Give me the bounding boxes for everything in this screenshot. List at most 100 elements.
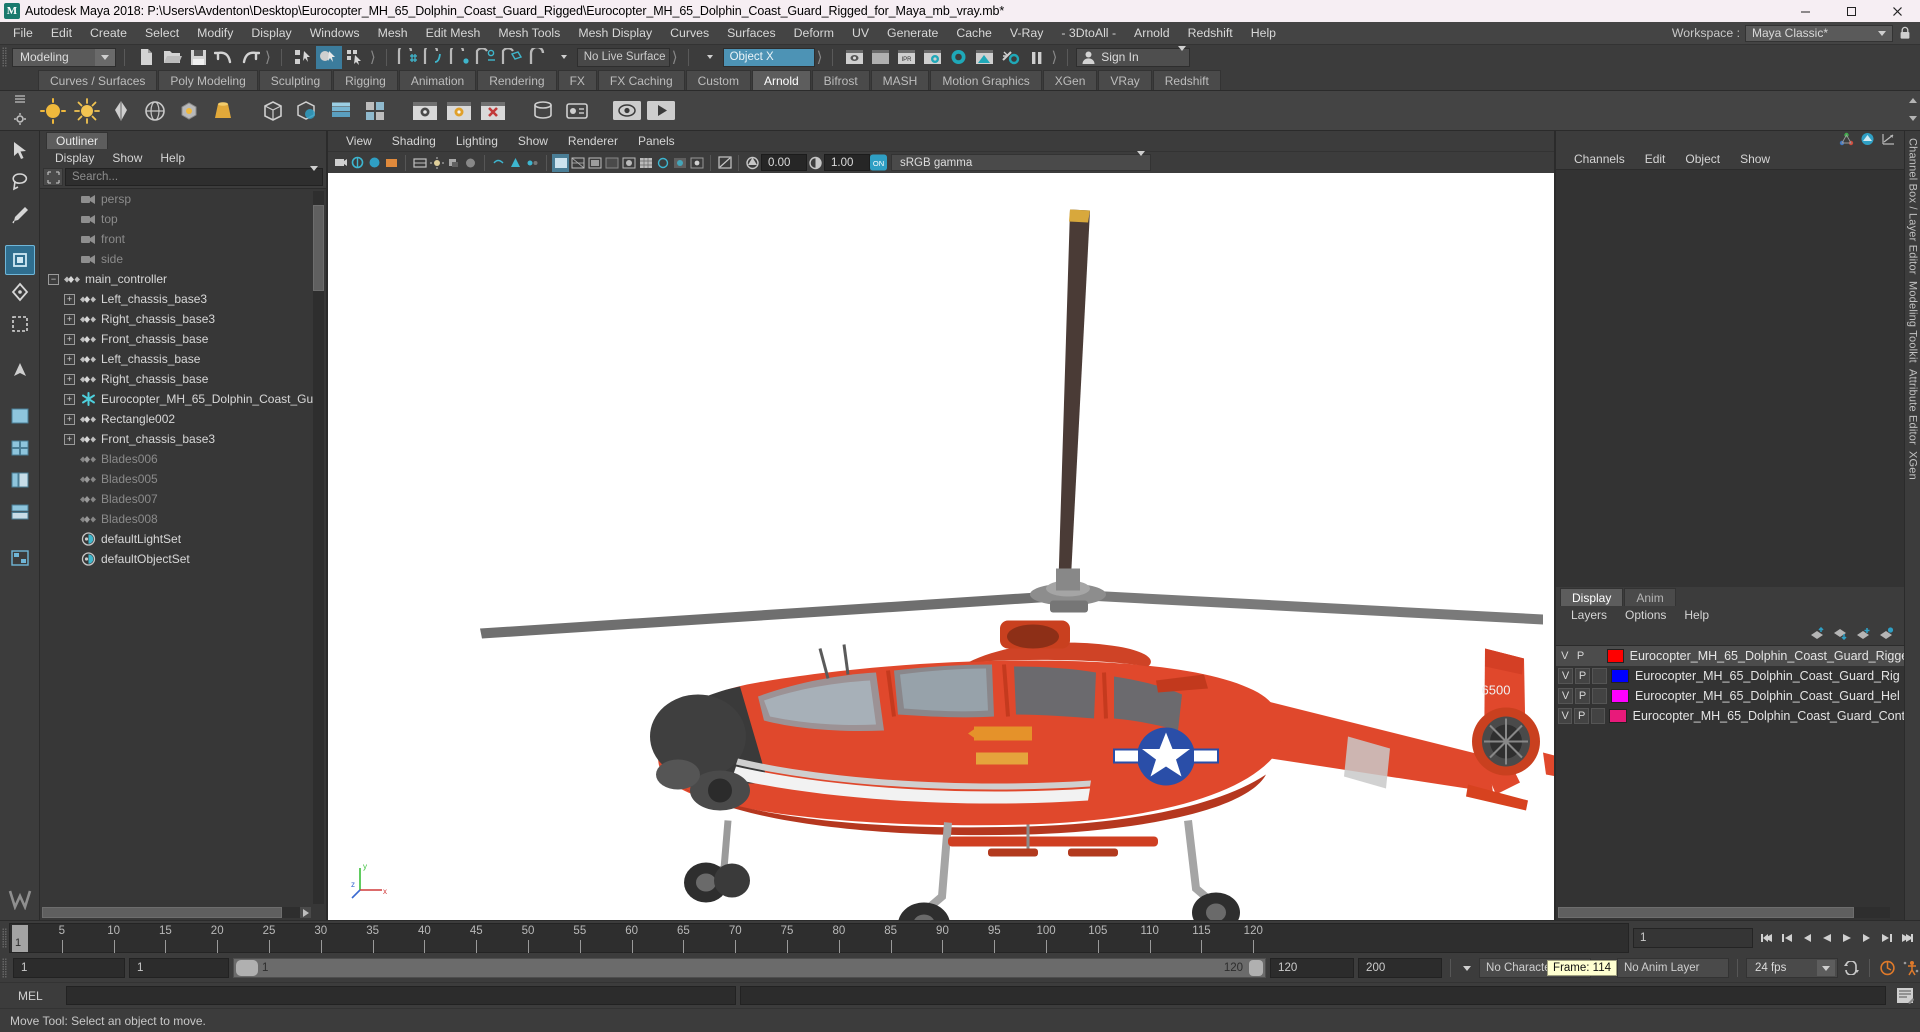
collapse-icon[interactable]: − — [48, 273, 59, 285]
exposure-reset-icon[interactable] — [716, 154, 733, 172]
script-editor-icon[interactable] — [1894, 986, 1916, 1006]
make-live-icon[interactable] — [525, 46, 551, 69]
lock-icon[interactable] — [1898, 25, 1912, 41]
outliner-tree[interactable]: persp top front side − main_controller + Left_c… — [40, 188, 326, 920]
layer-tab-display[interactable]: Display — [1560, 588, 1624, 606]
outliner-item-defaultobjectset[interactable]: defaultObjectSet — [40, 549, 326, 569]
shelf-scroll-up-icon[interactable] — [1908, 93, 1918, 107]
shelf-tab-curves-surfaces[interactable]: Curves / Surfaces — [38, 70, 158, 90]
outliner-horizontal-scrollbar-thumb[interactable] — [42, 907, 282, 918]
expand-icon[interactable]: + — [64, 353, 75, 365]
render-current-frame-icon[interactable] — [841, 46, 867, 69]
shelf-tab-menu-icon[interactable] — [14, 93, 26, 107]
outliner-item-rectangle002[interactable]: + Rectangle002 — [40, 409, 326, 429]
outliner-item-right-chassis-base[interactable]: + Right_chassis_base — [40, 369, 326, 389]
character-set-dropdown-icon[interactable] — [1459, 965, 1475, 971]
expand-icon[interactable]: + — [64, 313, 75, 325]
persp-outliner-layout-icon[interactable] — [5, 465, 35, 495]
move-tool-icon[interactable] — [4, 245, 35, 275]
channelbox-menu-show[interactable]: Show — [1730, 149, 1780, 169]
menu-create[interactable]: Create — [81, 22, 136, 44]
layer-playback-toggle[interactable]: P — [1575, 688, 1590, 704]
menu-mesh-tools[interactable]: Mesh Tools — [489, 22, 569, 44]
menu-edit[interactable]: Edit — [42, 22, 81, 44]
two-sided-lighting-icon[interactable] — [411, 154, 428, 172]
shadows-icon[interactable] — [445, 154, 462, 172]
menu-mesh-display[interactable]: Mesh Display — [569, 22, 661, 44]
flat-shade-icon[interactable] — [586, 154, 603, 172]
outliner-item-front-chassis-base[interactable]: + Front_chassis_base — [40, 329, 326, 349]
layer-menu-options[interactable]: Options — [1616, 606, 1675, 625]
command-input[interactable] — [66, 986, 736, 1005]
layer-visibility-toggle[interactable]: V — [1558, 668, 1573, 684]
shelf-tab-mash[interactable]: MASH — [870, 70, 930, 90]
vtab-channel-box-layer-editor[interactable]: Channel Box / Layer Editor — [1907, 135, 1919, 278]
menu-help[interactable]: Help — [1242, 22, 1285, 44]
ipr-render-icon[interactable]: IPR — [893, 46, 919, 69]
color-management-selector[interactable]: sRGB gamma — [891, 151, 1151, 171]
playback-end-field[interactable]: 120 — [1270, 958, 1355, 978]
shelf-tab-sculpting[interactable]: Sculpting — [258, 70, 333, 90]
arnold-distant-light-icon[interactable] — [106, 96, 136, 126]
close-button[interactable] — [1874, 0, 1920, 22]
viewport-menu-lighting[interactable]: Lighting — [446, 131, 508, 151]
time-slider-current-field[interactable]: 1 — [1633, 927, 1753, 948]
menu-curves[interactable]: Curves — [661, 22, 718, 44]
channel-box-body[interactable] — [1556, 169, 1904, 587]
move-layer-down-icon[interactable] — [1833, 627, 1848, 643]
shelf-tab-poly-modeling[interactable]: Poly Modeling — [158, 70, 258, 90]
menu-cache[interactable]: Cache — [947, 22, 1001, 44]
arnold-abort-render-icon[interactable] — [478, 96, 508, 126]
outliner-item-persp[interactable]: persp — [40, 189, 326, 209]
save-scene-icon[interactable] — [185, 46, 211, 69]
menu-uv[interactable]: UV — [843, 22, 878, 44]
snap-projected-center-icon[interactable] — [473, 46, 499, 69]
single-perspective-layout-icon[interactable] — [5, 401, 35, 431]
open-scene-icon[interactable] — [159, 46, 185, 69]
snap-view-plane-icon[interactable] — [499, 46, 525, 69]
step-forward-key-icon[interactable] — [1857, 928, 1876, 947]
lock-camera-icon[interactable] — [349, 154, 366, 172]
menu-generate[interactable]: Generate — [878, 22, 947, 44]
outliner-item-blades005[interactable]: Blades005 — [40, 469, 326, 489]
scale-tool-icon[interactable] — [5, 309, 35, 339]
layer-tab-anim[interactable]: Anim — [1624, 588, 1676, 606]
expand-icon[interactable]: + — [64, 393, 75, 405]
arnold-photometric-light-icon[interactable] — [208, 96, 238, 126]
menu-3dtoall[interactable]: - 3DtoAll - — [1052, 22, 1125, 44]
outliner-item-right-chassis-base3[interactable]: + Right_chassis_base3 — [40, 309, 326, 329]
anim-start-field[interactable]: 1 — [13, 958, 125, 978]
step-back-key-icon[interactable] — [1797, 928, 1816, 947]
attribute-editor-icon[interactable] — [1881, 132, 1896, 149]
outliner-vertical-scrollbar-track[interactable] — [313, 191, 324, 904]
shelf-tab-animation[interactable]: Animation — [398, 70, 477, 90]
select-tool-icon[interactable] — [5, 135, 35, 165]
time-slider-track[interactable]: 1 5 10 15 20 25 30 35 40 45 50 55 60 65 70 75 80 85 90 95 1… — [9, 922, 1629, 953]
viewport-menu-panels[interactable]: Panels — [628, 131, 685, 151]
layer-menu-help[interactable]: Help — [1675, 606, 1718, 625]
arnold-volume-icon[interactable] — [292, 96, 322, 126]
viewport-menu-view[interactable]: View — [336, 131, 382, 151]
step-forward-frame-icon[interactable] — [1877, 928, 1896, 947]
maximize-button[interactable] — [1828, 0, 1874, 22]
new-layer-icon[interactable] — [1856, 627, 1871, 643]
shelf-tab-redshift[interactable]: Redshift — [1152, 70, 1221, 90]
render-settings-icon[interactable] — [919, 46, 945, 69]
layer-color-swatch[interactable] — [1611, 689, 1629, 703]
vtab-modeling-toolkit[interactable]: Modeling Toolkit — [1907, 278, 1919, 366]
sign-in-button[interactable]: Sign In — [1076, 45, 1191, 67]
layer-visibility-toggle[interactable]: V — [1558, 708, 1573, 724]
play-backwards-icon[interactable] — [1817, 928, 1836, 947]
go-to-end-icon[interactable] — [1897, 928, 1916, 947]
arnold-scene-source-icon[interactable] — [360, 96, 390, 126]
menu-mesh[interactable]: Mesh — [369, 22, 417, 44]
outliner-item-side[interactable]: side — [40, 249, 326, 269]
layer-state-toggle[interactable] — [1589, 648, 1603, 664]
auto-key-icon[interactable] — [1878, 959, 1897, 978]
snap-curve-icon[interactable] — [421, 46, 447, 69]
menu-display[interactable]: Display — [242, 22, 300, 44]
range-slider-gripper[interactable] — [2, 957, 9, 980]
lasso-select-tool-icon[interactable] — [5, 167, 35, 197]
shelf-editor-icon[interactable] — [14, 112, 26, 128]
color-management-toggle-icon[interactable]: ON — [870, 154, 887, 172]
